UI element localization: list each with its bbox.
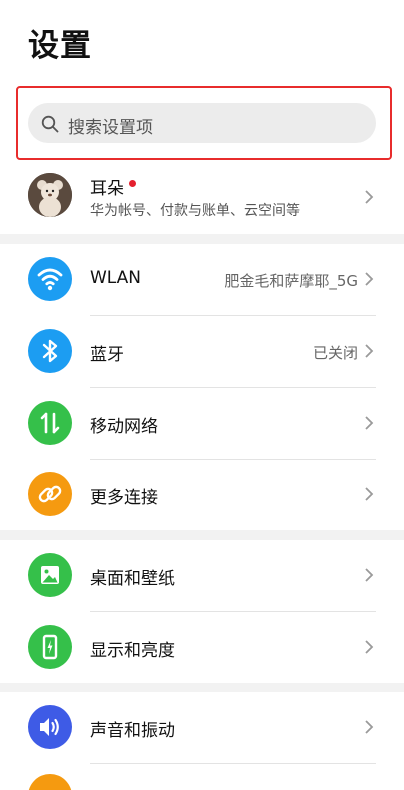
settings-item-display-brightness[interactable]: 显示和亮度: [0, 612, 404, 683]
settings-page: 设置 搜索设置项 耳朵 华为帐号、付款与账单、云空间等 WLAN 肥金毛和萨摩耶…: [0, 0, 404, 790]
row-label: 显示和亮度: [90, 641, 175, 661]
settings-item-home-wallpaper[interactable]: 桌面和壁纸: [0, 540, 404, 611]
avatar-image-icon: [28, 173, 72, 217]
sound-icon: [28, 705, 72, 749]
bluetooth-icon: [28, 329, 72, 373]
chevron-right-icon: [365, 190, 374, 204]
wallpaper-icon: [28, 553, 72, 597]
header-area: 设置 搜索设置项: [0, 0, 404, 170]
row-label: 更多连接: [90, 488, 158, 508]
row-label: 桌面和壁纸: [90, 569, 175, 589]
avatar[interactable]: [28, 173, 72, 217]
bluetooth-status: 已关闭: [312, 344, 358, 362]
chevron-right-icon: [365, 640, 374, 654]
settings-item-mobile-network[interactable]: 移动网络: [0, 388, 404, 459]
chevron-right-icon: [365, 487, 374, 501]
display-icon: [28, 625, 72, 669]
chevron-right-icon: [365, 568, 374, 582]
connectivity-group: WLAN 肥金毛和萨摩耶_5G 蓝牙 已关闭 移动网络 更多连接: [0, 244, 404, 530]
divider: [90, 763, 376, 764]
search-icon: [41, 115, 59, 133]
row-label: 蓝牙: [90, 345, 124, 365]
search-placeholder: 搜索设置项: [68, 118, 153, 138]
mobile-network-icon: [28, 401, 72, 445]
row-label: 移动网络: [90, 417, 158, 437]
chevron-right-icon: [365, 416, 374, 430]
search-input[interactable]: 搜索设置项: [28, 103, 376, 143]
page-title: 设置: [28, 28, 92, 64]
chevron-right-icon: [365, 344, 374, 358]
wlan-network-name: 肥金毛和萨摩耶_5G: [224, 272, 358, 290]
notification-dot: [129, 180, 136, 187]
account-name: 耳朵: [90, 179, 124, 199]
account-row[interactable]: 耳朵 华为帐号、付款与账单、云空间等: [0, 162, 404, 234]
row-label: WLAN: [90, 268, 142, 288]
row-label: 声音和振动: [90, 721, 175, 741]
sound-group: 声音和振动: [0, 692, 404, 790]
chevron-right-icon: [365, 272, 374, 286]
settings-item-bluetooth[interactable]: 蓝牙 已关闭: [0, 316, 404, 387]
partial-settings-icon: [28, 774, 72, 790]
display-group: 桌面和壁纸 显示和亮度: [0, 540, 404, 683]
account-subtitle: 华为帐号、付款与账单、云空间等: [90, 203, 300, 219]
settings-item-sound-vibration[interactable]: 声音和振动: [0, 692, 404, 763]
link-icon: [28, 472, 72, 516]
settings-item-wlan[interactable]: WLAN 肥金毛和萨摩耶_5G: [0, 244, 404, 315]
wifi-icon: [28, 257, 72, 301]
chevron-right-icon: [365, 720, 374, 734]
settings-item-more-connections[interactable]: 更多连接: [0, 459, 404, 530]
